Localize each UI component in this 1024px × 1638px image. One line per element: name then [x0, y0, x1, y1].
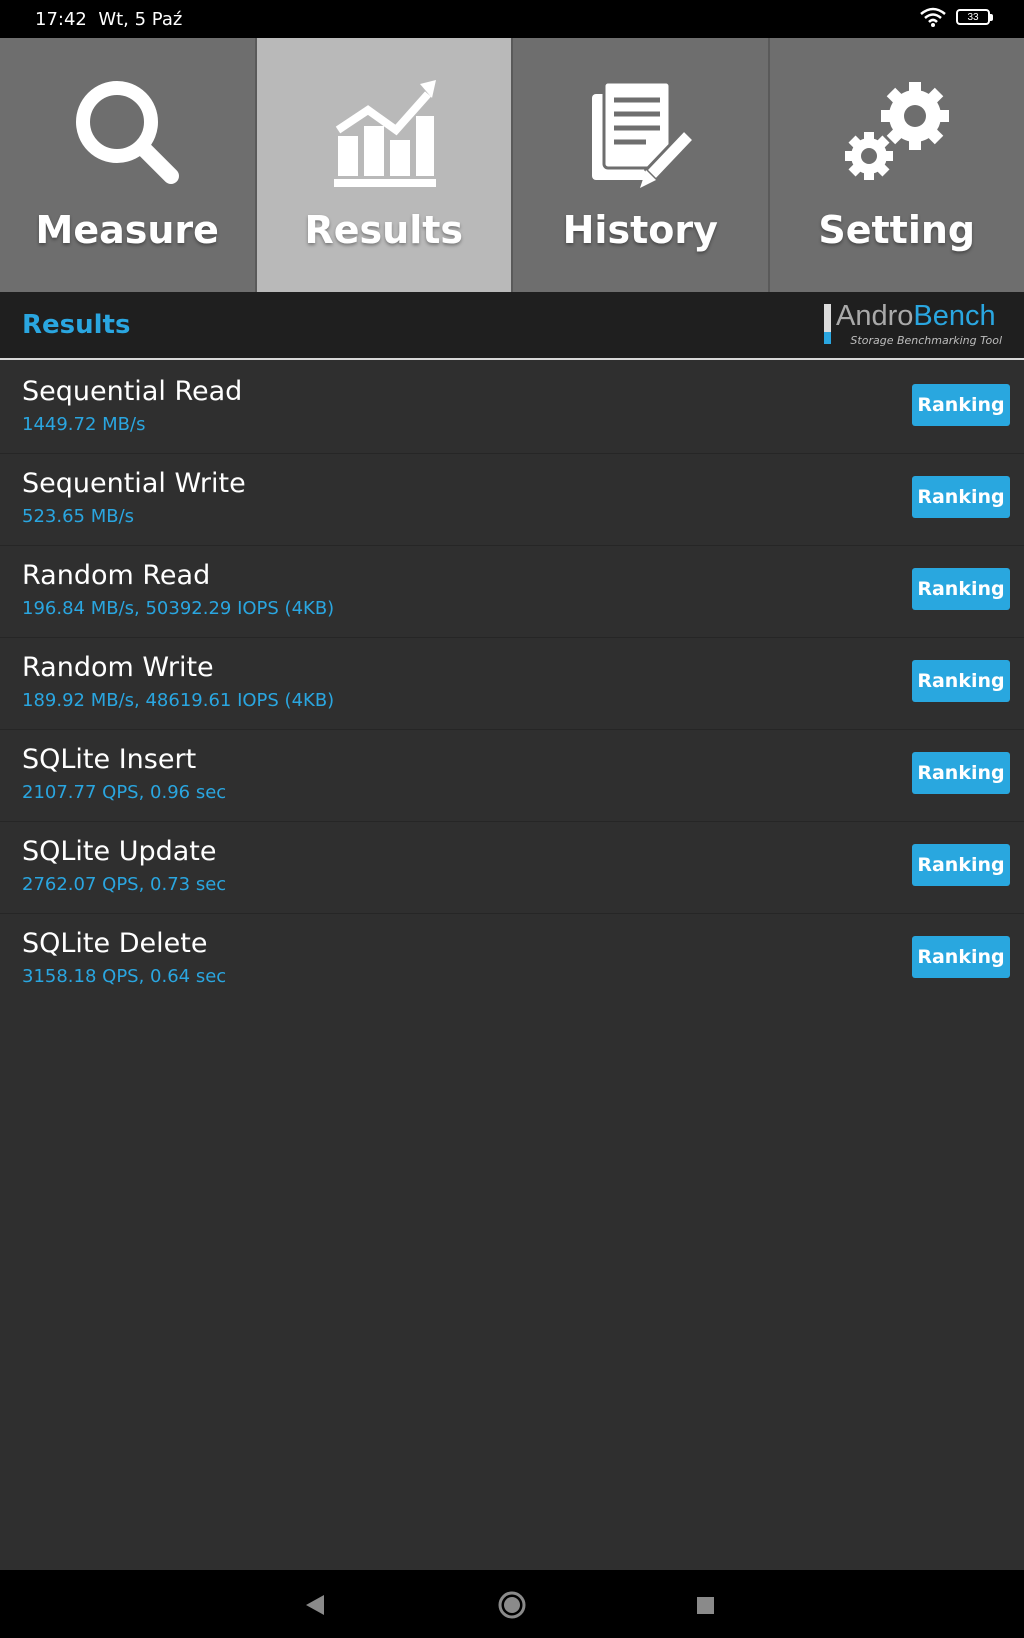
result-value: 189.92 MB/s, 48619.61 IOPS (4KB) — [22, 690, 335, 711]
wifi-icon — [920, 7, 946, 27]
result-value: 3158.18 QPS, 0.64 sec — [22, 966, 227, 987]
logo-text: AndroBench — [836, 300, 996, 333]
page-title: Results — [22, 310, 131, 340]
results-header: Results AndroBench Storage Benchmarking … — [0, 292, 1024, 360]
result-value: 523.65 MB/s — [22, 506, 135, 527]
tab-results[interactable]: Results — [256, 38, 513, 292]
result-name: Sequential Read — [22, 376, 243, 407]
logo-bar — [824, 304, 831, 344]
tab-measure[interactable]: Measure — [0, 38, 257, 292]
result-row-random-read: Random Read 196.84 MB/s, 50392.29 IOPS (… — [0, 546, 1024, 638]
navigation-bar — [0, 1570, 1024, 1638]
tab-history-label: History — [562, 208, 718, 252]
result-value: 196.84 MB/s, 50392.29 IOPS (4KB) — [22, 598, 335, 619]
chart-growth-icon — [333, 80, 436, 187]
tab-setting-label: Setting — [818, 208, 976, 252]
tab-bar: Measure Results History Setting — [0, 38, 1024, 292]
ranking-button[interactable]: Ranking — [912, 844, 1010, 886]
result-name: Sequential Write — [22, 468, 246, 499]
result-name: SQLite Update — [22, 836, 217, 867]
tab-setting[interactable]: Setting — [769, 38, 1024, 292]
logo-andro: Andro — [836, 300, 914, 332]
recents-icon[interactable] — [690, 1590, 720, 1620]
result-value: 2107.77 QPS, 0.96 sec — [22, 782, 227, 803]
ranking-button[interactable]: Ranking — [912, 936, 1010, 978]
battery-icon: 33 — [956, 9, 993, 25]
result-row-sequential-read: Sequential Read 1449.72 MB/s Ranking — [0, 362, 1024, 454]
status-date: Wt, 5 Paź — [98, 9, 183, 30]
status-bar: 17:42 Wt, 5 Paź 33 — [0, 0, 1024, 38]
ranking-button[interactable]: Ranking — [912, 476, 1010, 518]
tab-results-label: Results — [304, 208, 463, 252]
result-row-sqlite-delete: SQLite Delete 3158.18 QPS, 0.64 sec Rank… — [0, 914, 1024, 1006]
logo-bench: Bench — [913, 300, 996, 332]
ranking-button[interactable]: Ranking — [912, 660, 1010, 702]
result-name: Random Write — [22, 652, 214, 683]
ranking-button[interactable]: Ranking — [912, 568, 1010, 610]
status-time: 17:42 Wt, 5 Paź — [35, 9, 182, 30]
result-row-sqlite-update: SQLite Update 2762.07 QPS, 0.73 sec Rank… — [0, 822, 1024, 914]
result-row-sqlite-insert: SQLite Insert 2107.77 QPS, 0.96 sec Rank… — [0, 730, 1024, 822]
status-clock: 17:42 — [35, 9, 87, 30]
ranking-button[interactable]: Ranking — [912, 384, 1010, 426]
androbench-logo: AndroBench Storage Benchmarking Tool — [824, 300, 1004, 348]
battery-level: 33 — [967, 11, 979, 23]
home-icon[interactable] — [497, 1590, 527, 1620]
results-list: Sequential Read 1449.72 MB/s Ranking Seq… — [0, 362, 1024, 1006]
document-pen-icon — [592, 80, 697, 188]
magnifier-icon — [76, 81, 180, 184]
result-name: SQLite Insert — [22, 744, 197, 775]
logo-subtitle: Storage Benchmarking Tool — [850, 334, 1002, 347]
result-name: SQLite Delete — [22, 928, 208, 959]
result-row-random-write: Random Write 189.92 MB/s, 48619.61 IOPS … — [0, 638, 1024, 730]
gears-icon — [844, 82, 949, 180]
result-value: 2762.07 QPS, 0.73 sec — [22, 874, 227, 895]
back-icon[interactable] — [300, 1590, 330, 1620]
result-row-sequential-write: Sequential Write 523.65 MB/s Ranking — [0, 454, 1024, 546]
tab-history[interactable]: History — [513, 38, 770, 292]
result-name: Random Read — [22, 560, 211, 591]
ranking-button[interactable]: Ranking — [912, 752, 1010, 794]
status-icons: 33 — [920, 7, 993, 27]
tab-measure-label: Measure — [35, 208, 219, 252]
result-value: 1449.72 MB/s — [22, 414, 146, 435]
